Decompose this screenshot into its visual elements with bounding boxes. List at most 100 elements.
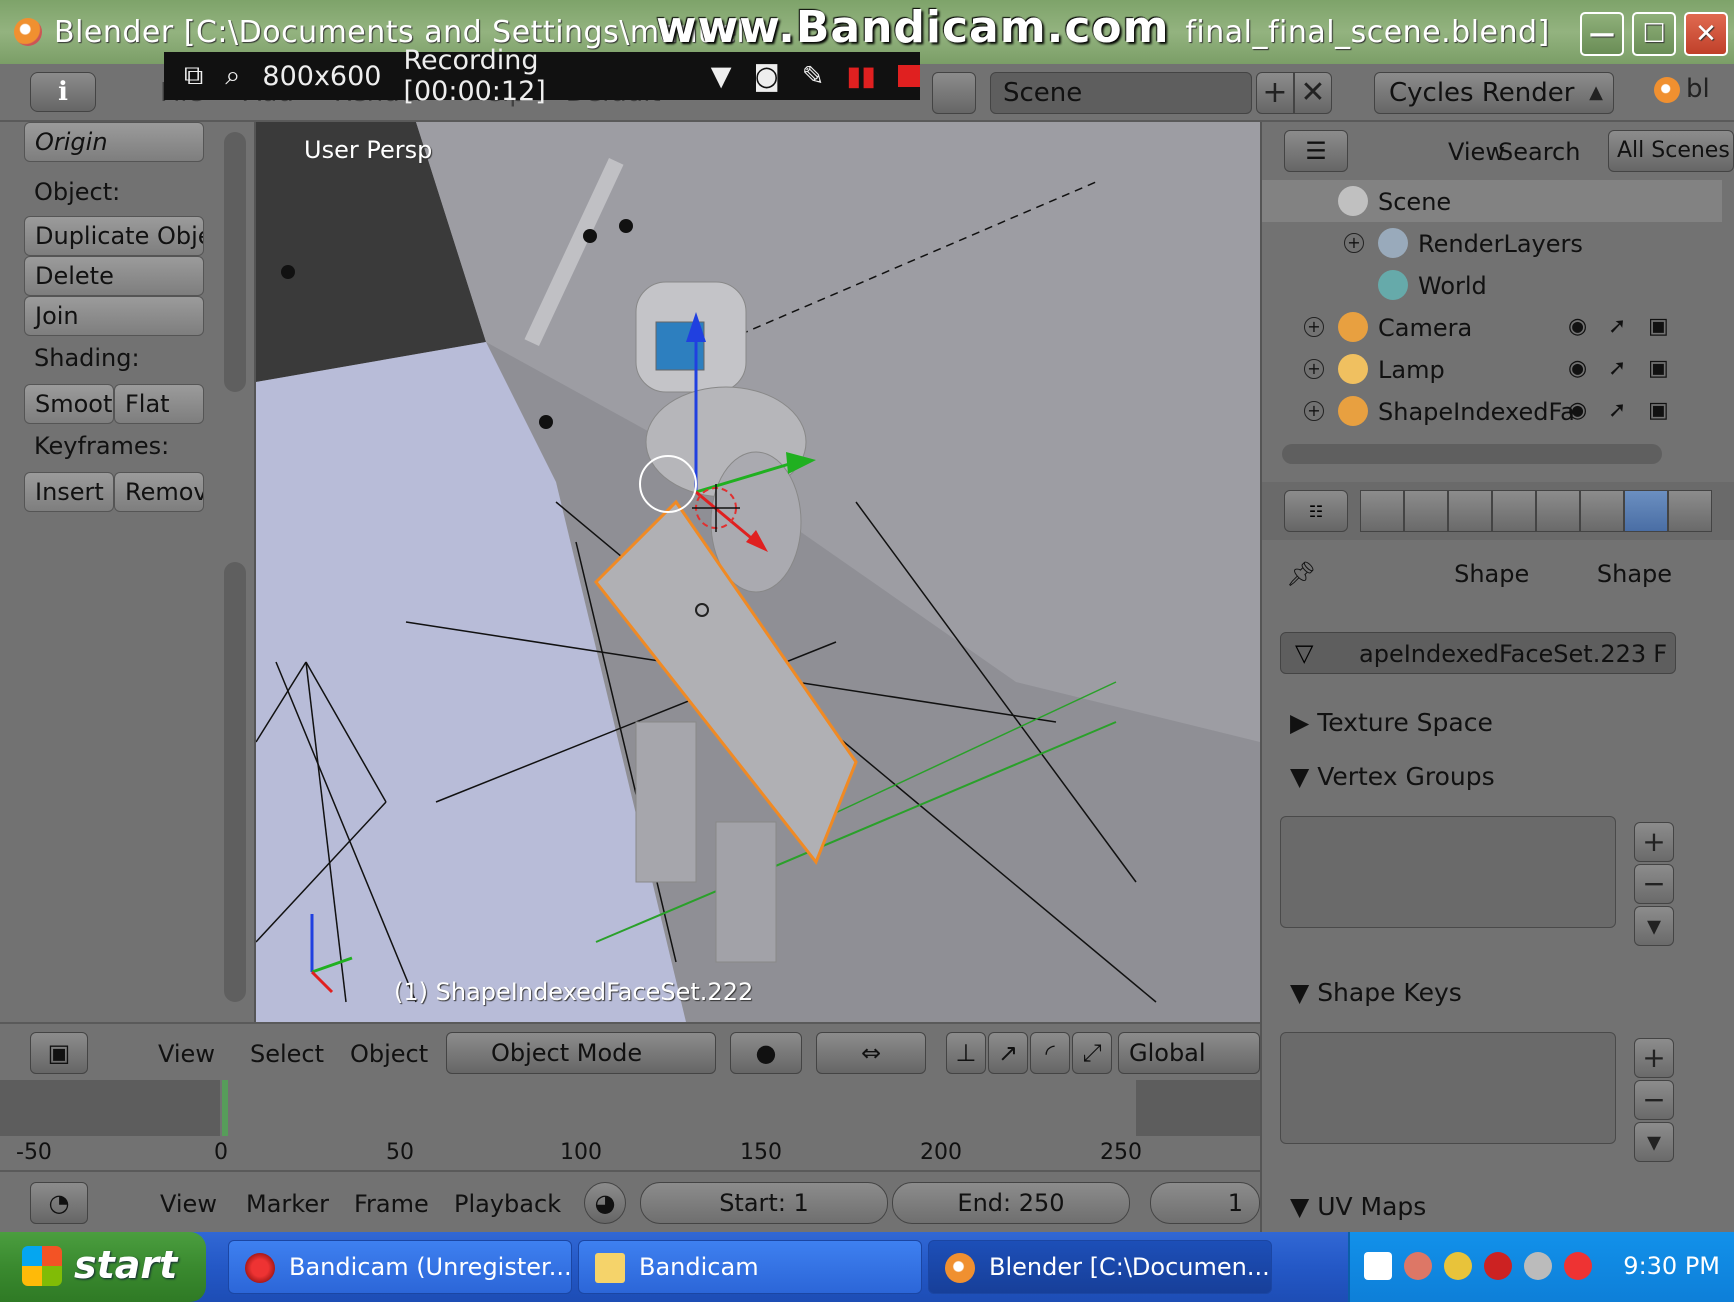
tool-shelf-scrollbar[interactable] <box>224 132 246 392</box>
maximize-button[interactable]: ☐ <box>1632 12 1676 56</box>
scale-manipulator-icon[interactable]: ⤢ <box>1072 1032 1112 1074</box>
window-mode-icon[interactable]: ⧉ <box>184 60 203 92</box>
insert-keyframe-button[interactable]: Insert <box>24 472 114 512</box>
fake-user-button[interactable]: F <box>1653 640 1667 668</box>
modifiers-tab-wrench-icon[interactable] <box>1580 490 1624 532</box>
camera-render-icon[interactable]: ▣ <box>1648 398 1669 423</box>
cursor-arrow-icon[interactable]: ➚ <box>1608 398 1626 423</box>
scene-selector[interactable]: Scene <box>990 72 1252 114</box>
dropdown-icon[interactable]: ▼ <box>711 61 732 92</box>
expand-icon[interactable]: + <box>1304 317 1324 337</box>
lamp-marker[interactable] <box>583 229 597 243</box>
rotate-manipulator-icon[interactable]: ◜ <box>1030 1032 1070 1074</box>
cursor-arrow-icon[interactable]: ➚ <box>1608 356 1626 381</box>
add-scene-button[interactable]: + <box>1256 72 1294 114</box>
join-button[interactable]: Join <box>24 296 204 336</box>
vertex-groups-list[interactable] <box>1280 816 1616 928</box>
timeline-area[interactable] <box>0 1080 1260 1136</box>
lamp-marker[interactable] <box>281 265 295 279</box>
render-tab-camera-icon[interactable] <box>1360 490 1404 532</box>
eye-icon[interactable]: ◉ <box>1568 398 1587 423</box>
manipulator-toggle-icon[interactable]: ⊥ <box>946 1032 986 1074</box>
render-engine-dropdown[interactable]: Cycles Render▲▼ <box>1374 72 1614 143</box>
transform-orientation-dropdown[interactable]: Global <box>1118 1032 1260 1074</box>
constraints-tab-icon[interactable] <box>1536 490 1580 532</box>
menu-playback[interactable]: Playback <box>454 1190 561 1218</box>
minimize-button[interactable]: — <box>1580 12 1624 56</box>
properties-editor-icon[interactable]: ☷ <box>1284 490 1348 532</box>
eye-icon[interactable]: ◉ <box>1568 356 1587 381</box>
origin-button[interactable]: Origin <box>24 122 204 162</box>
task-bandicam-folder[interactable]: Bandicam <box>578 1240 922 1294</box>
help-icon[interactable] <box>1364 1252 1392 1280</box>
shape-keys-panel[interactable]: ▼ Shape Keys <box>1290 978 1462 1007</box>
lamp-marker[interactable] <box>539 415 553 429</box>
viewport-shading-dropdown[interactable]: ● <box>730 1032 802 1074</box>
task-blender[interactable]: Blender [C:\Documen... <box>928 1240 1272 1294</box>
editor-type-cube-icon[interactable]: ▣ <box>30 1032 88 1074</box>
start-button[interactable]: start <box>0 1232 206 1302</box>
menu-view[interactable]: View <box>158 1040 215 1068</box>
current-frame-field[interactable]: 1 <box>1150 1182 1260 1224</box>
cursor-arrow-icon[interactable]: ➚ <box>1608 314 1626 339</box>
world-tab-icon[interactable] <box>1448 490 1492 532</box>
delete-scene-button[interactable]: ✕ <box>1294 72 1332 114</box>
outliner-item-world[interactable]: World <box>1262 264 1722 306</box>
pin-icon[interactable]: 📌︎ <box>1286 560 1316 588</box>
add-vertex-group-button[interactable]: + <box>1634 822 1674 862</box>
translate-manipulator-icon[interactable]: ↗ <box>988 1032 1028 1074</box>
editor-type-info-icon[interactable]: ℹ <box>30 72 96 112</box>
shape-key-menu-icon[interactable]: ▾ <box>1634 1122 1674 1162</box>
pencil-icon[interactable]: ✎ <box>802 61 825 92</box>
add-shape-key-button[interactable]: + <box>1634 1038 1674 1078</box>
scene-icon[interactable] <box>932 72 976 114</box>
lamp-marker[interactable] <box>619 219 633 233</box>
close-button[interactable]: ✕ <box>1684 12 1728 56</box>
camera-render-icon[interactable]: ▣ <box>1648 314 1669 339</box>
menu-object[interactable]: Object <box>350 1040 428 1068</box>
outliner-item-lamp[interactable]: + Lamp ◉ ➚ ▣ <box>1262 348 1722 390</box>
security-shield-icon[interactable] <box>1444 1252 1472 1280</box>
network-icon[interactable] <box>1524 1252 1552 1280</box>
menu-timeline-view[interactable]: View <box>160 1190 217 1218</box>
end-frame-field[interactable]: End: 250 <box>892 1182 1130 1224</box>
camera-render-icon[interactable]: ▣ <box>1648 356 1669 381</box>
task-bandicam-app[interactable]: Bandicam (Unregister... <box>228 1240 572 1294</box>
antivirus-icon[interactable] <box>1564 1252 1592 1280</box>
mesh-data-tab-icon[interactable] <box>1624 490 1668 532</box>
expand-icon[interactable]: + <box>1304 401 1324 421</box>
eye-icon[interactable]: ◉ <box>1568 314 1587 339</box>
expand-icon[interactable]: + <box>1304 359 1324 379</box>
keying-clock-icon[interactable]: ◕ <box>584 1182 626 1224</box>
uv-maps-panel[interactable]: ▼ UV Maps <box>1290 1192 1426 1221</box>
flat-shading-button[interactable]: Flat <box>114 384 204 424</box>
mesh-name-field[interactable]: apeIndexedFaceSet.223 <box>1359 640 1646 668</box>
outliner-item-renderlayers[interactable]: + RenderLayers <box>1262 222 1722 264</box>
outliner-item-camera[interactable]: + Camera ◉ ➚ ▣ <box>1262 306 1722 348</box>
outliner-display-filter[interactable]: All Scenes <box>1608 130 1734 172</box>
menu-marker[interactable]: Marker <box>246 1190 329 1218</box>
stop-icon[interactable] <box>898 65 920 87</box>
object-tab-icon[interactable] <box>1492 490 1536 532</box>
scene-tab-icon[interactable] <box>1404 490 1448 532</box>
3d-viewport[interactable]: User Persp (1) ShapeIndexedFaceSet.222 <box>256 122 1260 1022</box>
duplicate-objects-button[interactable]: Duplicate Obje <box>24 216 204 256</box>
outliner-menu-search[interactable]: Search <box>1498 138 1580 166</box>
tool-shelf-scrollbar-lower[interactable] <box>224 562 246 1002</box>
bandicam-tray-icon[interactable] <box>1484 1252 1512 1280</box>
mode-dropdown[interactable]: Object Mode <box>446 1032 716 1074</box>
smooth-shading-button[interactable]: Smoot <box>24 384 114 424</box>
remove-keyframe-button[interactable]: Remov <box>114 472 204 512</box>
camera-icon[interactable]: ◙ <box>754 61 780 92</box>
timeline-current-frame[interactable] <box>222 1080 228 1136</box>
vertex-groups-panel[interactable]: ▼ Vertex Groups <box>1290 762 1495 791</box>
start-frame-field[interactable]: Start: 1 <box>640 1182 888 1224</box>
menu-frame[interactable]: Frame <box>354 1190 429 1218</box>
remove-shape-key-button[interactable]: − <box>1634 1080 1674 1120</box>
outliner-editor-icon[interactable]: ☰ <box>1284 130 1348 172</box>
clock-icon[interactable]: ◔ <box>30 1182 88 1224</box>
vertex-group-menu-icon[interactable]: ▾ <box>1634 906 1674 946</box>
expand-icon[interactable]: + <box>1344 233 1364 253</box>
outliner-horizontal-scrollbar[interactable] <box>1282 444 1662 464</box>
delete-button[interactable]: Delete <box>24 256 204 296</box>
